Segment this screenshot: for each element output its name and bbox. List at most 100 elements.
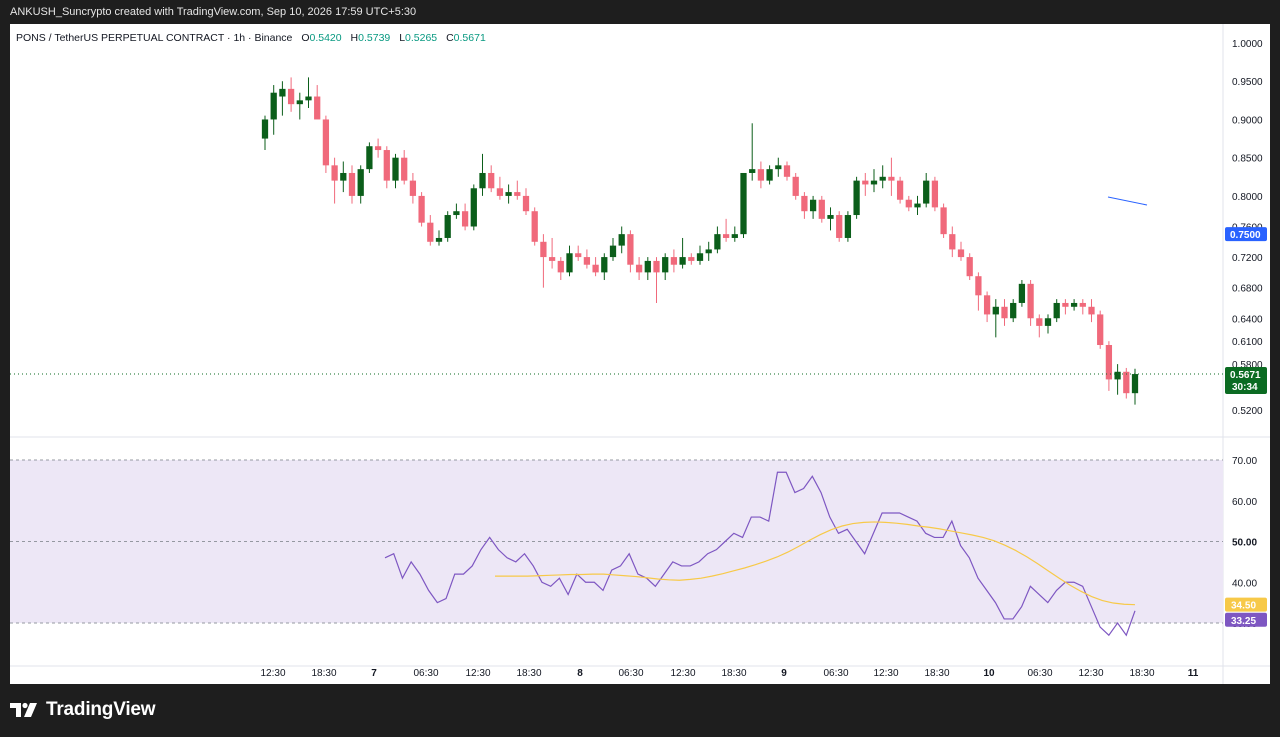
candle-body: [749, 169, 756, 173]
candle-body: [609, 245, 617, 258]
price-tick-label: 0.9000: [1232, 115, 1263, 126]
candle-body: [722, 234, 730, 238]
candle-body: [801, 195, 808, 212]
candle-body: [531, 211, 538, 242]
candle-body: [1123, 371, 1130, 394]
candle-body: [949, 234, 956, 250]
close-label: C: [446, 32, 454, 44]
candle-body: [601, 257, 608, 273]
candle-body: [418, 195, 425, 223]
candle-body: [383, 150, 390, 181]
candle-body: [401, 157, 408, 181]
time-tick-label: 06:30: [413, 668, 438, 679]
candle-body: [1062, 302, 1069, 307]
candle-body: [705, 249, 712, 254]
candle-body: [670, 257, 678, 265]
chart-canvas[interactable]: 1.00000.95000.90000.85000.80000.76000.72…: [10, 24, 1270, 684]
price-tick-label: 0.5200: [1232, 406, 1263, 417]
candle-body: [566, 253, 573, 273]
time-tick-label: 18:30: [721, 668, 746, 679]
candle-body: [270, 92, 277, 120]
high-value: 0.5739: [358, 32, 391, 44]
price-tick-label: 0.6800: [1232, 284, 1263, 295]
candle-body: [575, 253, 582, 258]
candle-body: [557, 260, 564, 273]
candle-body: [940, 207, 947, 235]
candle-body: [688, 257, 695, 261]
candle-body: [783, 165, 791, 177]
candle-body: [792, 176, 799, 196]
candle-body: [514, 192, 521, 196]
candle-body: [331, 165, 338, 181]
candle-body: [488, 172, 495, 189]
countdown-label: 30:34: [1232, 382, 1258, 393]
price-tick-label: 1.0000: [1232, 39, 1263, 50]
last-price-label: 0.5671: [1230, 370, 1261, 381]
candle-body: [679, 257, 686, 265]
candle-body: [992, 306, 999, 315]
low-value: 0.5265: [405, 32, 438, 44]
candle-body: [322, 119, 330, 166]
candle-body: [896, 180, 904, 200]
candle-body: [618, 234, 625, 246]
candle-body: [853, 180, 860, 216]
candle-body: [427, 222, 434, 242]
candle-body: [818, 199, 825, 219]
open-label: O: [301, 32, 310, 44]
time-tick-label: 06:30: [823, 668, 848, 679]
candle-body: [966, 257, 973, 277]
price-tick-label: 0.6400: [1232, 314, 1263, 325]
candle-body: [470, 188, 477, 227]
candle-body: [1027, 283, 1034, 319]
candle-body: [766, 169, 773, 181]
time-tick-label: 12:30: [1078, 668, 1103, 679]
chart-credit: ANKUSH_Suncrypto created with TradingVie…: [10, 6, 417, 18]
candle-body: [409, 180, 417, 196]
time-tick-label: 8: [577, 668, 583, 679]
candle-body: [923, 180, 930, 204]
rsi-tick-label: 40.00: [1232, 578, 1257, 589]
candle-body: [357, 169, 364, 196]
candle-body: [1053, 302, 1060, 319]
price-tick-label: 0.8500: [1232, 154, 1263, 165]
time-tick-label: 12:30: [873, 668, 898, 679]
price-tick-label: 0.7200: [1232, 253, 1263, 264]
candle-body: [1018, 283, 1026, 303]
candle-body: [1001, 306, 1008, 319]
time-tick-label: 18:30: [1129, 668, 1154, 679]
close-value: 0.5671: [453, 32, 486, 44]
rsi-tick-label: 50.00: [1232, 538, 1257, 549]
rsi-tick-label: 70.00: [1232, 456, 1257, 467]
time-tick-label: 11: [1188, 668, 1199, 679]
price-tick-label: 0.6100: [1232, 337, 1263, 348]
candle-body: [479, 172, 486, 189]
candle-body: [1114, 371, 1121, 380]
candle-body: [548, 257, 556, 261]
candle-body: [653, 260, 660, 273]
candle-body: [392, 157, 399, 181]
candle-body: [635, 264, 643, 273]
rsi-value: 33.25: [1231, 616, 1256, 627]
candle-body: [740, 172, 747, 235]
candle-body: [870, 180, 878, 185]
price-tick-label: 0.8000: [1232, 192, 1263, 203]
tradingview-brand: TradingView: [46, 699, 156, 720]
candle-body: [1036, 318, 1043, 326]
tradingview-footer: TradingView: [10, 699, 156, 721]
tradingview-logo-icon: [10, 702, 37, 717]
candle-body: [261, 119, 269, 139]
candle-body: [644, 260, 651, 273]
candle-body: [592, 264, 599, 273]
candle-body: [522, 195, 530, 212]
candle-body: [844, 215, 852, 238]
candle-body: [775, 165, 782, 170]
candle-body: [1044, 318, 1052, 326]
candle-body: [287, 88, 295, 105]
time-tick-label: 10: [983, 668, 995, 679]
chart-frame[interactable]: 1.00000.95000.90000.85000.80000.76000.72…: [10, 24, 1270, 684]
candle-body: [1070, 302, 1078, 307]
candle-body: [435, 237, 443, 242]
candle-body: [914, 203, 921, 208]
candle-body: [809, 199, 817, 212]
candle-body: [340, 172, 347, 181]
